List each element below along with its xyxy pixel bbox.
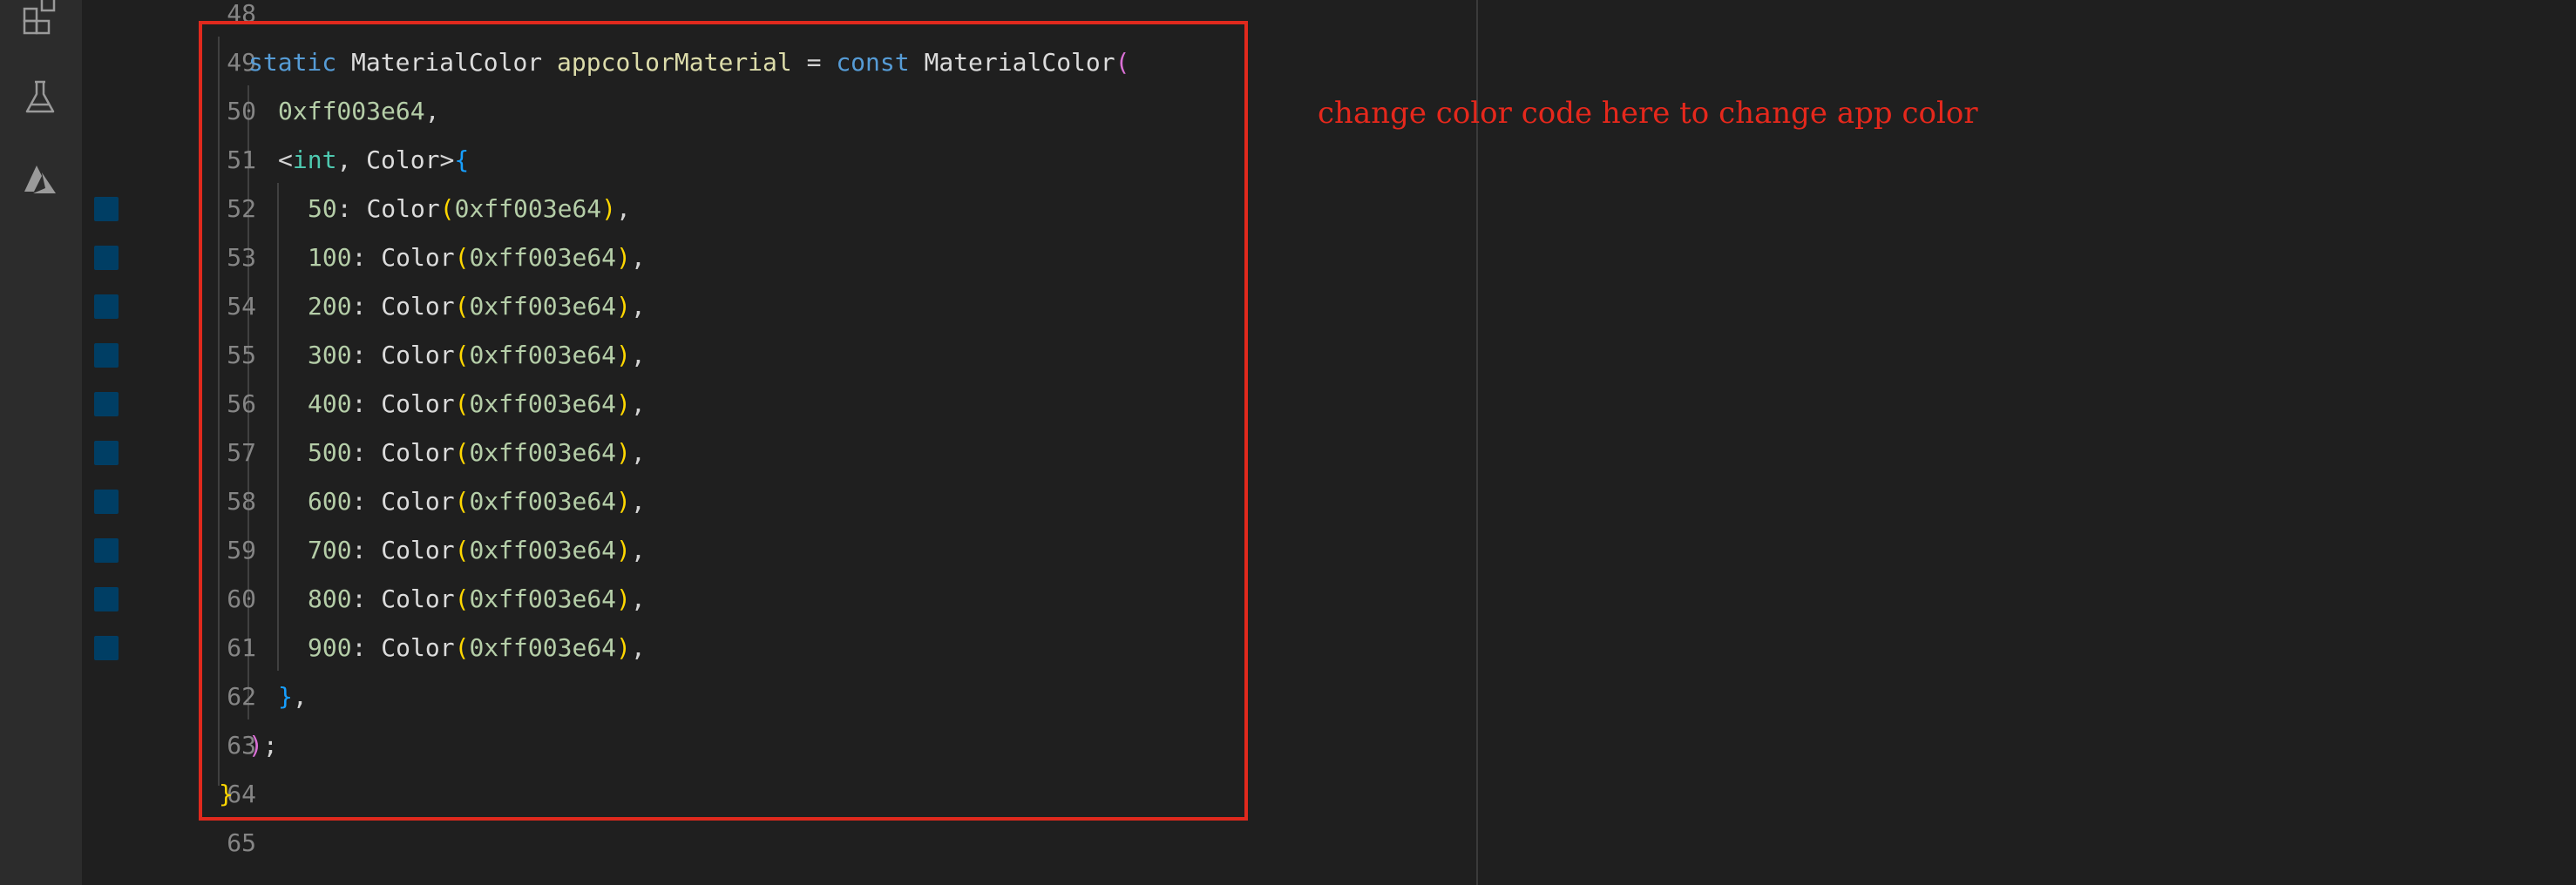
- editor-ruler: [1476, 0, 1478, 885]
- azure-icon[interactable]: [17, 157, 63, 202]
- color-decorator[interactable]: [94, 246, 119, 270]
- color-decorator[interactable]: [94, 441, 119, 465]
- highlight-box: [199, 21, 1248, 821]
- annotation-text: change color code here to change app col…: [1318, 96, 1978, 131]
- line-number: 65: [227, 828, 256, 857]
- color-decorator[interactable]: [94, 197, 119, 221]
- code-line: 65: [82, 819, 1389, 868]
- color-decorator[interactable]: [94, 490, 119, 514]
- color-decorator[interactable]: [94, 587, 119, 611]
- color-decorator[interactable]: [94, 343, 119, 368]
- testing-flask-icon[interactable]: [17, 75, 63, 120]
- extensions-icon[interactable]: [17, 0, 63, 38]
- activity-bar: [0, 0, 83, 885]
- color-decorator[interactable]: [94, 392, 119, 416]
- color-decorator[interactable]: [94, 538, 119, 563]
- color-decorator[interactable]: [94, 294, 119, 319]
- color-decorator[interactable]: [94, 636, 119, 660]
